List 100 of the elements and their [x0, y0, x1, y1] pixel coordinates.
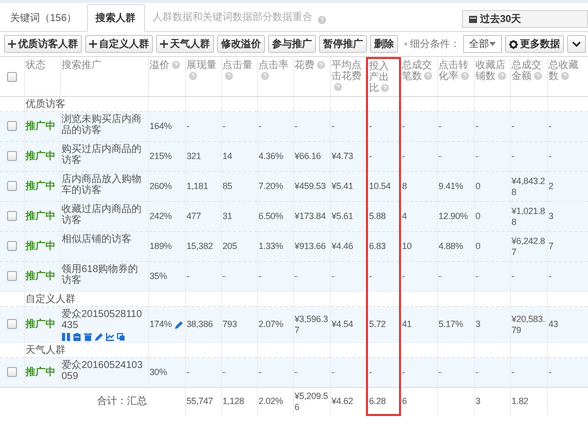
table-cell: 10	[402, 241, 412, 251]
row-checkbox[interactable]	[6, 151, 17, 162]
table-cell: -	[222, 271, 226, 281]
table-cell: ¥173.84	[294, 211, 326, 221]
more-data-button[interactable]: 更多数据	[505, 35, 564, 53]
table-cell: 2	[548, 181, 554, 191]
table-cell: -	[186, 121, 190, 131]
toolbar-button[interactable]: 自定义人群	[85, 35, 153, 53]
toolbar-button[interactable]: 删除	[370, 35, 398, 53]
table-cell: ¥4,843.28	[512, 176, 545, 196]
table-cell: -	[548, 271, 552, 281]
row-checkbox[interactable]	[6, 367, 17, 378]
table-cell: -	[369, 271, 372, 281]
toolbar-button[interactable]: 修改溢价	[217, 35, 265, 53]
premium-value: 174%	[150, 319, 172, 330]
row-checkbox[interactable]	[6, 319, 17, 330]
table-cell: 5.72	[369, 319, 386, 329]
toolbar-button[interactable]: 优质访客人群	[4, 35, 82, 53]
audience-name: 领用618购物券的访客	[62, 264, 140, 286]
date-range-button[interactable]: 过去30天	[462, 10, 588, 28]
table-cell: ¥5.41	[332, 181, 354, 191]
table-cell: 14	[222, 151, 232, 161]
row-checkbox[interactable]	[6, 181, 17, 192]
table-cell: 3	[548, 211, 554, 221]
status-text: 推广中	[24, 262, 60, 292]
chart-icon[interactable]	[106, 333, 114, 341]
premium-value: 164%	[150, 121, 172, 132]
filter-label: 细分条件：	[410, 38, 460, 51]
table-cell: 2.02%	[258, 396, 284, 406]
trash-icon[interactable]	[84, 333, 92, 341]
premium-value: 215%	[150, 151, 172, 162]
table-cell: -	[548, 151, 552, 161]
table-cell: -	[548, 367, 552, 377]
table-cell: 205	[222, 241, 237, 251]
status-text: 推广中	[24, 306, 60, 342]
table-cell: -	[438, 367, 442, 377]
row-checkbox[interactable]	[6, 121, 17, 132]
pause-icon[interactable]	[62, 333, 70, 341]
table-cell: 6.50%	[258, 211, 284, 221]
table-cell: 477	[186, 211, 201, 221]
caret-icon	[489, 42, 496, 46]
table-cell: 7	[548, 241, 554, 251]
row-checkbox[interactable]	[6, 271, 17, 282]
premium-value: 189%	[150, 241, 172, 252]
table-cell: 85	[222, 181, 232, 191]
table-cell: 5.17%	[438, 319, 464, 329]
premium-value: 30%	[150, 367, 167, 378]
table-cell: 0	[476, 241, 480, 251]
table-cell: -	[332, 271, 334, 281]
table-cell: -	[438, 271, 442, 281]
tab[interactable]: 关键词（156）	[2, 5, 85, 31]
calendar-icon	[469, 15, 477, 23]
toolbar-button[interactable]: 天气人群	[156, 35, 214, 53]
table-cell: 7.20%	[258, 181, 284, 191]
table-cell: 15,382	[186, 241, 213, 251]
copy-icon[interactable]	[116, 333, 124, 341]
clipboard-icon[interactable]	[72, 333, 80, 341]
table-cell: 3	[476, 319, 480, 329]
table-cell: ¥913.66	[294, 241, 326, 251]
table-cell: -	[369, 121, 372, 131]
table-cell: 321	[186, 151, 201, 161]
pencil-icon[interactable]	[174, 320, 183, 328]
table-cell: 6	[402, 396, 407, 406]
help-icon[interactable]	[318, 16, 326, 24]
table-cell: -	[258, 271, 262, 281]
table-cell: ¥20,583.79	[512, 314, 545, 334]
table-cell: 12.90%	[438, 211, 468, 221]
table-cell: -	[332, 367, 334, 377]
table-cell: 6.83	[369, 241, 386, 251]
table-cell: 4.88%	[438, 241, 464, 251]
table-cell: 8	[402, 181, 407, 191]
group-label: 优质访客	[24, 96, 148, 112]
table-cell: 1,128	[222, 396, 244, 406]
plus-icon	[8, 40, 16, 48]
toolbar-button[interactable]: 参与推广	[268, 35, 316, 53]
chevron-icon	[572, 41, 581, 47]
audience-name: 购买过店内商品的访客	[62, 144, 142, 166]
table-cell: -	[476, 121, 478, 131]
table-cell: -	[548, 121, 552, 131]
filter-dropdown[interactable]: 全部	[463, 35, 502, 53]
table-cell: 793	[222, 319, 237, 329]
table-cell: 31	[222, 211, 232, 221]
table-cell: -	[258, 121, 262, 131]
audience-name: 相似店铺的访客	[62, 234, 132, 245]
row-checkbox[interactable]	[6, 241, 17, 252]
table-cell: -	[369, 367, 372, 377]
table-cell: 1,181	[186, 181, 208, 191]
table-cell: -	[258, 367, 262, 377]
audience-name: 爱众20150528110435	[62, 309, 143, 331]
expand-button[interactable]	[567, 35, 586, 53]
table-cell: -	[512, 367, 514, 377]
toolbar-button[interactable]: 暂停推广	[319, 35, 367, 53]
table-cell: 4.36%	[258, 151, 284, 161]
row-checkbox[interactable]	[6, 211, 17, 222]
table-cell: -	[294, 367, 298, 377]
table-cell: -	[369, 151, 372, 161]
audience-name: 浏览未购买店内商品的访客	[62, 114, 142, 136]
select-all-checkbox[interactable]	[6, 72, 17, 82]
tab[interactable]: 搜索人群	[86, 4, 145, 32]
table-cell: -	[438, 151, 442, 161]
